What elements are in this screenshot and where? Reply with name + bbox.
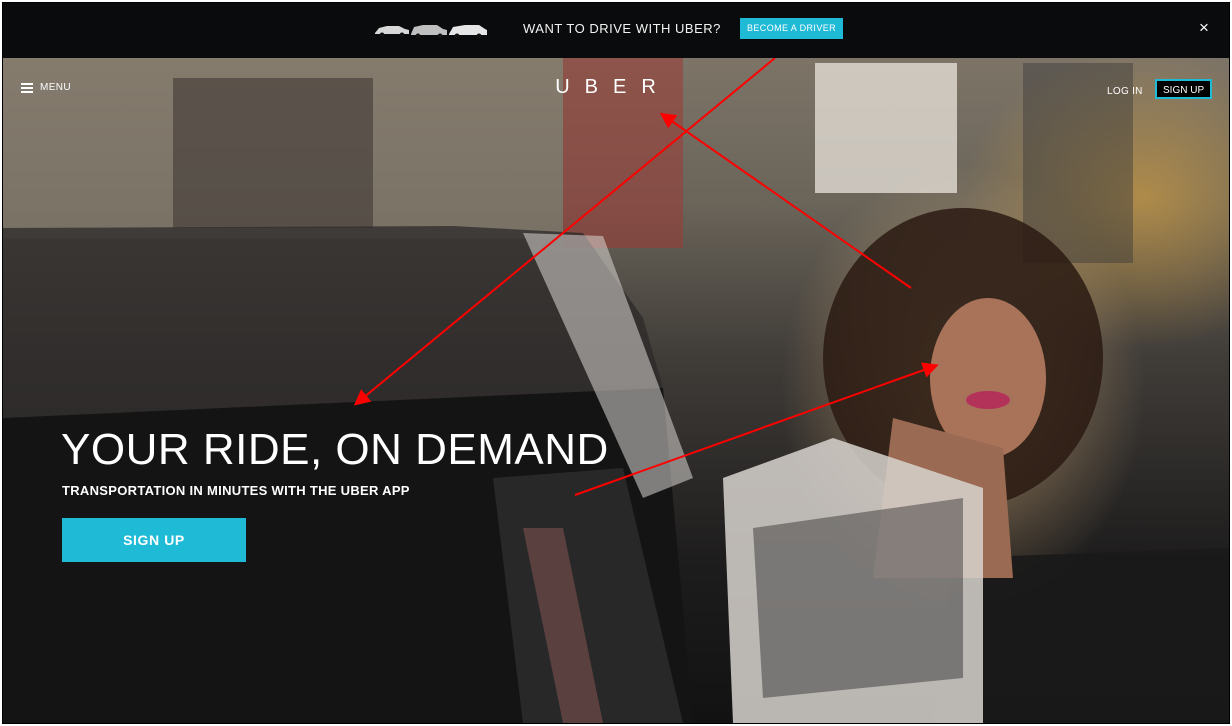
become-driver-button[interactable]: BECOME A DRIVER	[740, 18, 844, 39]
hero-headline: YOUR RIDE, ON DEMAND	[61, 425, 609, 474]
close-icon[interactable]: ×	[1195, 18, 1213, 38]
hero-subheadline: TRANSPORTATION IN MINUTES WITH THE UBER …	[62, 483, 410, 498]
promo-text: WANT TO DRIVE WITH UBER?	[523, 21, 721, 36]
login-link[interactable]: LOG IN	[1107, 86, 1143, 97]
hamburger-icon	[21, 83, 33, 93]
car-lineup-icon	[375, 25, 487, 39]
menu-button[interactable]: MENU	[21, 82, 71, 93]
browser-frame: WANT TO DRIVE WITH UBER? BECOME A DRIVER…	[2, 2, 1230, 724]
uber-logo[interactable]: UBER	[543, 76, 683, 99]
signup-nav-button[interactable]: SIGN UP	[1155, 79, 1213, 99]
menu-label: MENU	[40, 82, 72, 93]
driver-promo-bar: WANT TO DRIVE WITH UBER? BECOME A DRIVER…	[3, 3, 1229, 58]
hero-background-photo	[3, 58, 1229, 723]
hero-section: MENU UBER LOG IN SIGN UP YOUR RIDE, ON D…	[3, 58, 1229, 723]
hero-signup-button[interactable]: SIGN UP	[62, 518, 246, 562]
